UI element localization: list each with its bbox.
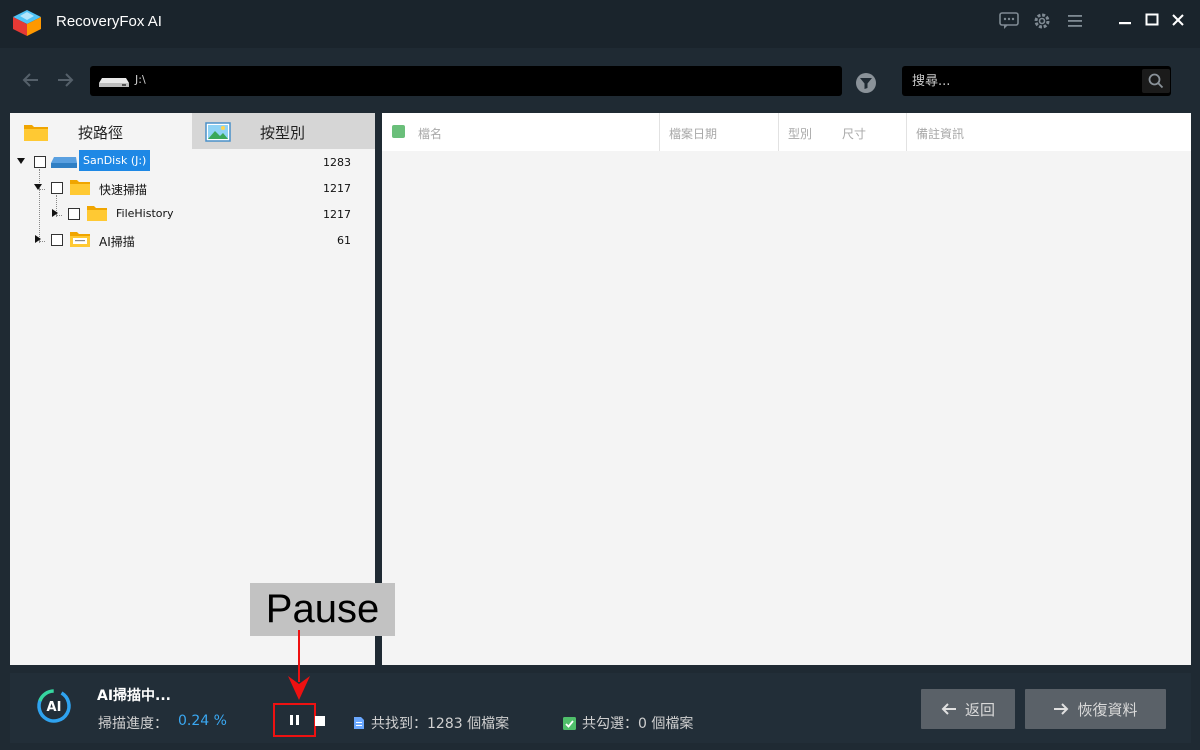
annotation-callout: Pause (250, 583, 395, 636)
path-text: J:\ (135, 73, 146, 86)
tree-row-filehistory[interactable]: FileHistory 1217 (10, 201, 375, 227)
pause-icon (289, 715, 299, 725)
item-count: 61 (337, 234, 351, 247)
progress-label: 掃描進度： (98, 716, 168, 732)
check-icon (563, 716, 576, 730)
scan-status-title: AI掃描中... (97, 688, 171, 704)
folder-icon (24, 125, 48, 141)
item-count: 1217 (323, 208, 351, 221)
found-text: 共找到：1283 個檔案 (371, 716, 510, 732)
status-bar: AI AI掃描中... 掃描進度： 0.24 % 共找到：1283 個檔案 共勾… (10, 673, 1191, 743)
checked-text: 共勾選：0 個檔案 (582, 716, 694, 732)
found-count: 共找到：1283 個檔案 (353, 713, 509, 733)
tab-label: 按型別 (260, 124, 306, 142)
maximize-button[interactable] (1139, 8, 1165, 32)
expand-toggle[interactable] (52, 209, 58, 217)
annotation-arrow-icon (288, 630, 310, 700)
search-icon[interactable] (1142, 69, 1170, 93)
gear-icon[interactable] (1031, 10, 1053, 32)
app-logo-icon (13, 10, 41, 36)
checked-count: 共勾選：0 個檔案 (563, 713, 693, 733)
expand-toggle[interactable] (35, 235, 41, 243)
close-button[interactable] (1165, 8, 1191, 32)
recover-button[interactable]: 恢復資料 (1025, 689, 1166, 729)
back-button[interactable]: 返回 (921, 689, 1015, 729)
path-bar[interactable]: J:\ (90, 66, 842, 96)
tree-checkbox[interactable] (51, 182, 63, 194)
column-type[interactable]: 型別 (778, 113, 833, 151)
tree-checkbox[interactable] (68, 208, 80, 220)
filter-icon[interactable] (855, 72, 877, 94)
svg-text:AI: AI (47, 700, 62, 715)
arrow-right-icon (1054, 703, 1069, 715)
tree-label: FileHistory (116, 207, 174, 220)
select-all-checkbox[interactable] (392, 125, 405, 138)
arrow-left-icon (941, 703, 956, 715)
minimize-button[interactable] (1112, 8, 1138, 32)
navigation-bar: J:\ (0, 48, 1200, 112)
ai-folder-icon (70, 232, 90, 247)
expand-toggle[interactable] (34, 184, 42, 190)
annotation-label: Pause (265, 587, 380, 631)
tree-row-sandisk[interactable]: SanDisk (J:) 1283 (10, 149, 375, 175)
menu-icon[interactable] (1064, 10, 1086, 32)
app-title: RecoveryFox AI (56, 13, 162, 30)
tree-checkbox[interactable] (34, 156, 46, 168)
drive-icon (51, 157, 77, 168)
stop-button[interactable] (315, 716, 325, 726)
recover-label: 恢復資料 (1077, 700, 1138, 719)
item-count: 1217 (323, 182, 351, 195)
back-label: 返回 (964, 700, 995, 719)
title-bar: RecoveryFox AI (0, 0, 1200, 48)
expand-toggle[interactable] (17, 158, 25, 164)
back-arrow-icon[interactable] (19, 68, 43, 92)
item-count: 1283 (323, 156, 351, 169)
drive-icon (99, 78, 129, 87)
ai-scan-icon: AI (37, 689, 71, 723)
document-icon (354, 717, 364, 729)
tree-row-ai-scan[interactable]: AI掃描 61 (10, 227, 375, 253)
tree-label: AI掃描 (99, 235, 135, 249)
folder-icon (87, 206, 107, 221)
tab-by-type[interactable]: 按型別 (192, 113, 375, 149)
column-notes[interactable]: 備註資訊 (906, 113, 1086, 151)
tree-row-quick-scan[interactable]: 快速掃描 1217 (10, 175, 375, 201)
progress-value: 0.24 % (178, 713, 227, 729)
list-header: 檔名 檔案日期 型別 尺寸 備註資訊 (382, 113, 1191, 151)
tree-label: 快速掃描 (99, 183, 148, 197)
folder-icon (70, 180, 90, 195)
tab-label: 按路徑 (78, 124, 124, 142)
tree-checkbox[interactable] (51, 234, 63, 246)
column-filename[interactable]: 檔名 (418, 113, 658, 151)
forward-arrow-icon[interactable] (53, 68, 77, 92)
search-box (902, 66, 1171, 96)
column-size[interactable]: 尺寸 (833, 113, 906, 151)
column-date[interactable]: 檔案日期 (659, 113, 778, 151)
search-input[interactable] (902, 66, 1140, 96)
tree-label: SanDisk (J:) (79, 150, 151, 171)
pause-button[interactable] (273, 703, 316, 737)
tab-by-path[interactable]: 按路徑 (10, 113, 192, 149)
file-list-panel: 檔名 檔案日期 型別 尺寸 備註資訊 (382, 113, 1191, 665)
feedback-icon[interactable] (998, 10, 1020, 32)
image-icon (205, 122, 231, 142)
